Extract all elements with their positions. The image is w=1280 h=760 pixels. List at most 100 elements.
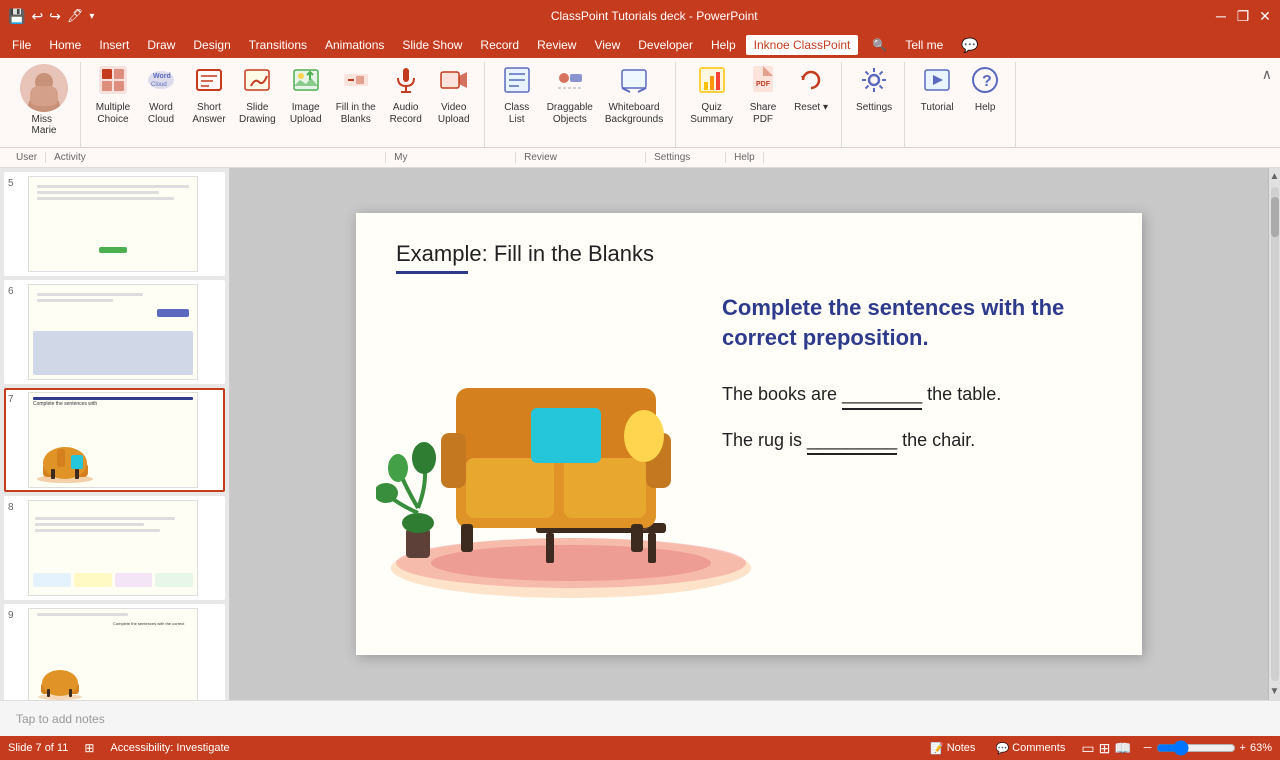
- slide-preview-5: [28, 176, 198, 272]
- user-name: MissMarie: [31, 114, 56, 136]
- slide-drawing-button[interactable]: SlideDrawing: [235, 62, 280, 128]
- close-button[interactable]: ✕: [1258, 9, 1272, 23]
- slide-thumb-5[interactable]: 5: [4, 172, 225, 276]
- draggable-objects-label: DraggableObjects: [547, 102, 593, 126]
- help-icon: ?: [969, 64, 1001, 100]
- help-group-label: Help: [726, 152, 764, 163]
- main-area: 5 6 7: [0, 168, 1280, 700]
- notes-placeholder[interactable]: Tap to add notes: [16, 712, 105, 726]
- audio-record-icon: [390, 64, 422, 100]
- video-upload-button[interactable]: VideoUpload: [432, 62, 476, 128]
- comments-icon: 💬: [995, 742, 1009, 755]
- fill-blanks-label: Fill in theBlanks: [336, 102, 376, 126]
- main-text-area: Complete the sentences with the correct …: [722, 293, 1102, 473]
- right-scrollbar[interactable]: ▲ ▼: [1268, 168, 1280, 700]
- zoom-control: ─ + 63%: [1144, 740, 1272, 756]
- tutorial-button[interactable]: Tutorial: [915, 62, 959, 116]
- zoom-out-button[interactable]: ─: [1144, 742, 1152, 754]
- share-pdf-button[interactable]: PDF SharePDF: [741, 62, 785, 128]
- reset-icon: [795, 64, 827, 100]
- menu-design[interactable]: Design: [185, 35, 238, 55]
- user-button[interactable]: MissMarie: [16, 62, 72, 138]
- multiple-choice-button[interactable]: MultipleChoice: [91, 62, 135, 128]
- settings-group-label: Settings: [646, 152, 726, 163]
- redo-icon[interactable]: ↪: [49, 8, 61, 25]
- scroll-down-arrow[interactable]: ▼: [1267, 683, 1280, 700]
- audio-record-button[interactable]: AudioRecord: [384, 62, 428, 128]
- class-list-button[interactable]: ClassList: [495, 62, 539, 128]
- customize-icon[interactable]: 🖊: [67, 8, 84, 24]
- activity-group: MultipleChoice Word Cloud WordCloud: [83, 62, 485, 147]
- help-button[interactable]: ? Help: [963, 62, 1007, 116]
- slide-drawing-icon: [241, 64, 273, 100]
- slide-thumb-8[interactable]: 8: [4, 496, 225, 600]
- user-group-label: User: [8, 152, 46, 163]
- slide-canvas[interactable]: Example: Fill in the Blanks: [356, 213, 1142, 655]
- notes-bar[interactable]: Tap to add notes: [0, 700, 1280, 736]
- video-upload-label: VideoUpload: [438, 102, 470, 126]
- menubar: File Home Insert Draw Design Transitions…: [0, 32, 1280, 58]
- class-list-icon: [501, 64, 533, 100]
- slide-panel[interactable]: 5 6 7: [0, 168, 230, 700]
- view-mode-icon-grid[interactable]: ⊞: [1099, 740, 1111, 757]
- notes-button[interactable]: 📝 Notes: [926, 740, 979, 757]
- minimize-button[interactable]: ─: [1214, 9, 1228, 23]
- scroll-up-arrow[interactable]: ▲: [1267, 168, 1280, 185]
- search-icon[interactable]: 🔍: [864, 35, 895, 55]
- quiz-summary-button[interactable]: QuizSummary: [686, 62, 737, 128]
- draggable-objects-button[interactable]: DraggableObjects: [543, 62, 597, 128]
- svg-text:Word: Word: [153, 73, 171, 80]
- settings-icon: [858, 64, 890, 100]
- settings-group: Settings: [844, 62, 905, 147]
- titlebar-right-icons: ─ ❐ ✕: [1214, 9, 1272, 23]
- comment-icon[interactable]: 💬: [953, 34, 986, 57]
- fill-blanks-button[interactable]: Fill in theBlanks: [332, 62, 380, 128]
- menu-transitions[interactable]: Transitions: [241, 35, 315, 55]
- menu-help[interactable]: Help: [703, 35, 744, 55]
- settings-button[interactable]: Settings: [852, 62, 896, 116]
- avatar: [20, 64, 68, 112]
- short-answer-button[interactable]: ShortAnswer: [187, 62, 231, 128]
- zoom-slider[interactable]: [1156, 740, 1236, 756]
- settings-label: Settings: [856, 102, 892, 114]
- help-group: Tutorial ? Help: [907, 62, 1016, 147]
- canvas-area: Example: Fill in the Blanks: [230, 168, 1268, 700]
- menu-home[interactable]: Home: [41, 35, 89, 55]
- slide-preview-8: [28, 500, 198, 596]
- comments-button[interactable]: 💬 Comments: [991, 740, 1069, 757]
- menu-insert[interactable]: Insert: [91, 35, 137, 55]
- tutorial-icon: [921, 64, 953, 100]
- menu-review[interactable]: Review: [529, 35, 584, 55]
- undo-icon[interactable]: ↩: [31, 8, 43, 25]
- tell-me[interactable]: Tell me: [897, 35, 951, 55]
- titlebar: 💾 ↩ ↪ 🖊 ▾ ClassPoint Tutorials deck - Po…: [0, 0, 1280, 32]
- menu-developer[interactable]: Developer: [630, 35, 701, 55]
- menu-view[interactable]: View: [586, 35, 628, 55]
- menu-animations[interactable]: Animations: [317, 35, 392, 55]
- svg-text:PDF: PDF: [756, 81, 771, 88]
- tutorial-label: Tutorial: [921, 102, 954, 114]
- my-group: ClassList DraggableObjects: [487, 62, 677, 147]
- menu-record[interactable]: Record: [472, 35, 527, 55]
- ribbon-collapse-button[interactable]: ∧: [1262, 66, 1272, 83]
- statusbar: Slide 7 of 11 ⊞ Accessibility: Investiga…: [0, 736, 1280, 760]
- image-upload-button[interactable]: ImageUpload: [284, 62, 328, 128]
- slide-thumb-7[interactable]: 7 Complete the sentences with: [4, 388, 225, 492]
- menu-draw[interactable]: Draw: [139, 35, 183, 55]
- whiteboard-button[interactable]: WhiteboardBackgrounds: [601, 62, 667, 128]
- slide-thumb-9[interactable]: 9 Complete the sentences with the correc…: [4, 604, 225, 700]
- menu-slideshow[interactable]: Slide Show: [394, 35, 470, 55]
- scroll-track[interactable]: [1271, 187, 1279, 681]
- view-mode-icon-normal[interactable]: ▭: [1081, 740, 1094, 757]
- menu-file[interactable]: File: [4, 35, 39, 55]
- scroll-thumb[interactable]: [1271, 197, 1279, 237]
- accessibility-info: Accessibility: Investigate: [110, 742, 229, 754]
- menu-classpoint[interactable]: Inknoe ClassPoint: [746, 35, 859, 55]
- zoom-in-button[interactable]: +: [1240, 742, 1246, 754]
- word-cloud-button[interactable]: Word Cloud WordCloud: [139, 62, 183, 128]
- view-mode-icon-reader[interactable]: 📖: [1114, 740, 1131, 757]
- save-icon[interactable]: 💾: [8, 8, 25, 25]
- restore-button[interactable]: ❐: [1236, 9, 1250, 23]
- reset-button[interactable]: Reset ▾: [789, 62, 833, 116]
- slide-thumb-6[interactable]: 6: [4, 280, 225, 384]
